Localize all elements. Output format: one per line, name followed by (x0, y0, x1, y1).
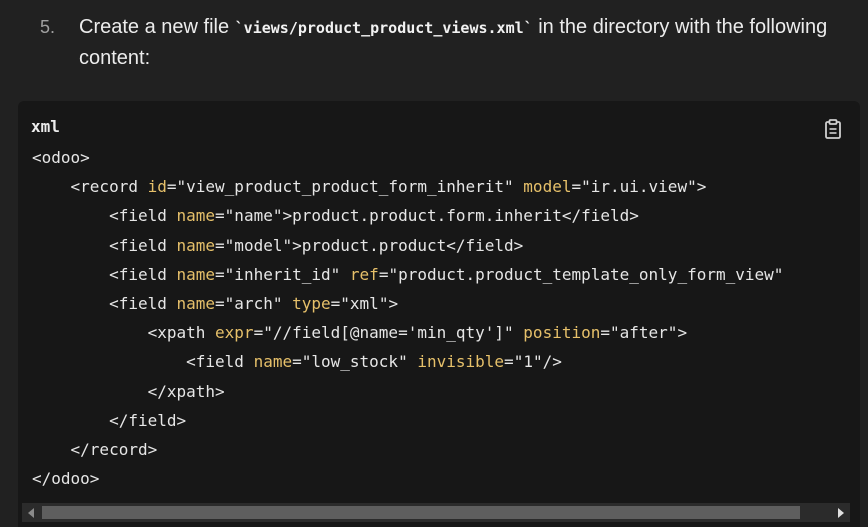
code-token: </odoo> (32, 469, 100, 489)
code-line: </odoo> (32, 464, 783, 493)
copy-code-button[interactable] (824, 119, 842, 139)
code-token: <field (32, 294, 177, 314)
code-token: </xpath> (32, 381, 225, 401)
code-block: xml <odoo> <record id="view_product_prod… (18, 101, 860, 527)
code-line: <field name="name">product.product.form.… (32, 201, 783, 230)
code-token: <field (32, 352, 254, 372)
scroll-left-button[interactable] (22, 503, 40, 522)
code-token: name (176, 206, 216, 226)
code-line: </xpath> (32, 377, 783, 406)
code-token: <xpath (32, 323, 216, 343)
list-step: 5. Create a new file `views/product_prod… (0, 0, 868, 100)
code-token: "low_stock" (301, 352, 408, 372)
code-token: "model" (224, 235, 293, 255)
code-token: "//field[@name='min_qty']" (263, 323, 514, 343)
code-token: >product.product</field> (292, 235, 524, 255)
code-token: ref (349, 264, 379, 284)
step-text: Create a new file `views/product_product… (79, 12, 849, 73)
code-token: <odoo> (32, 148, 90, 167)
code-token: <field (32, 235, 177, 255)
code-token: > (677, 323, 688, 343)
code-token: id (147, 177, 167, 197)
code-language-label: xml (31, 117, 60, 136)
arrow-left-icon (28, 507, 34, 518)
code-token: <field (32, 206, 177, 226)
code-line: <field name="model">product.product</fie… (32, 231, 783, 260)
arrow-right-icon (838, 507, 844, 518)
code-token: = (571, 177, 582, 197)
code-line: </record> (32, 435, 783, 464)
code-token: = (215, 206, 225, 226)
code-token: = (253, 323, 264, 343)
code-token: position (523, 323, 601, 343)
code-token: "name" (224, 206, 283, 226)
scrollbar-thumb[interactable] (42, 506, 800, 519)
code-line: <record id="view_product_product_form_in… (32, 172, 783, 201)
code-token: invisible (417, 352, 505, 372)
code-token: >product.product.form.inherit</field> (282, 206, 639, 226)
code-token: = (504, 352, 514, 372)
code-token: = (215, 294, 225, 314)
code-token: = (166, 177, 177, 197)
code-line: <xpath expr="//field[@name='min_qty']" p… (32, 318, 783, 347)
clipboard-icon (825, 119, 841, 139)
step-text-before: Create a new file (79, 16, 235, 38)
code-token: name (253, 352, 293, 372)
inline-code-filename: `views/product_product_views.xml` (234, 19, 533, 37)
code-token: = (330, 294, 341, 314)
code-token: name (176, 294, 216, 314)
code-token: = (215, 264, 225, 284)
code-token: "1" (513, 352, 543, 372)
scroll-right-button[interactable] (832, 503, 850, 522)
code-token: /> (542, 352, 562, 372)
code-token: "inherit_id" (224, 264, 341, 284)
code-token: expr (215, 323, 254, 343)
code-token: "xml" (340, 294, 389, 314)
code-token: "after" (610, 323, 678, 343)
code-line: <field name="arch" type="xml"> (32, 289, 783, 318)
code-token: = (600, 323, 610, 343)
code-token: model (523, 177, 572, 197)
code-token: > (388, 294, 399, 314)
code-token: type (292, 294, 331, 314)
horizontal-scrollbar[interactable] (22, 503, 850, 522)
code-token: "view_product_product_form_inherit" (176, 177, 514, 197)
code-token: <record (32, 177, 148, 197)
code-token: <field (32, 264, 177, 284)
code-content[interactable]: <odoo> <record id="view_product_product_… (32, 143, 783, 493)
step-number: 5. (40, 17, 56, 37)
code-token: "ir.ui.view" (581, 177, 697, 197)
code-line: <field name="low_stock" invisible="1"/> (32, 347, 783, 376)
code-token: = (215, 235, 225, 255)
code-line: <odoo> (32, 143, 783, 172)
code-token: </record> (32, 440, 158, 460)
code-token: </field> (32, 410, 187, 430)
code-token: "product.product_template_only_form_view… (388, 264, 784, 284)
code-line: </field> (32, 406, 783, 435)
code-line: <field name="inherit_id" ref="product.pr… (32, 260, 783, 289)
code-token: "arch" (224, 294, 283, 314)
code-token: name (176, 235, 216, 255)
code-token: = (292, 352, 302, 372)
code-token: > (696, 177, 707, 197)
code-token: = (378, 264, 389, 284)
code-token: name (176, 264, 216, 284)
